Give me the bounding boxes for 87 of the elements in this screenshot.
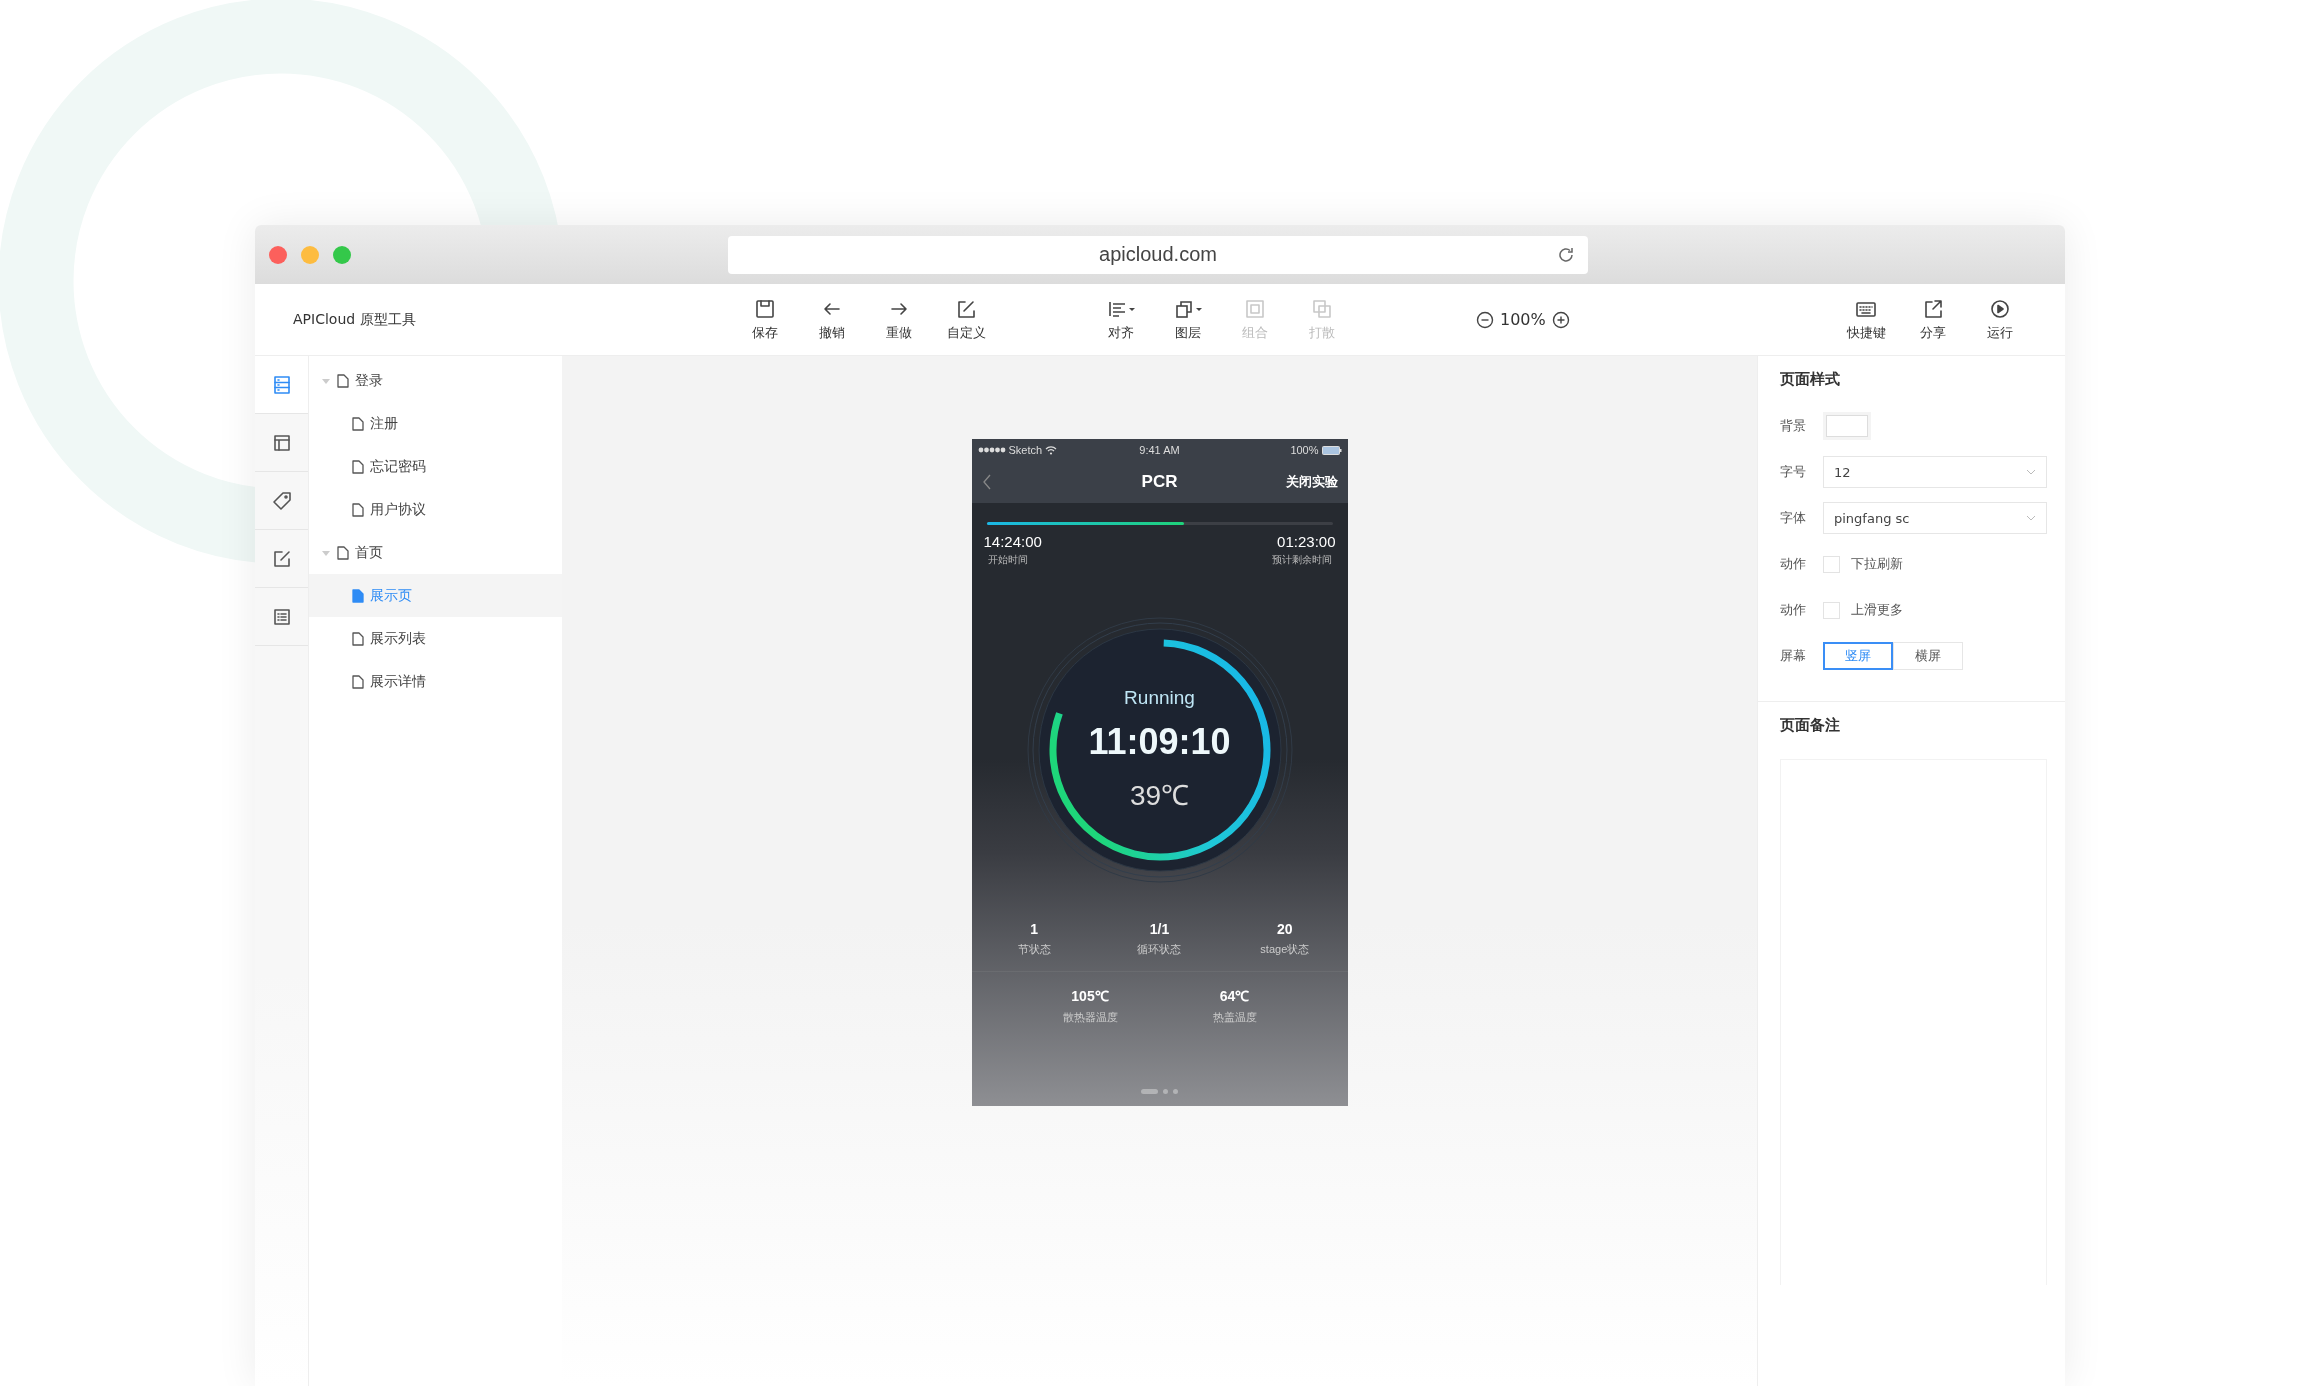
toolbar-button[interactable]: 图层 [1160, 297, 1216, 342]
ungroup-icon [1311, 297, 1333, 320]
section-title: 页面备注 [1780, 716, 1841, 735]
checkbox[interactable] [1823, 601, 1840, 619]
carrier-text: Sketch [1008, 444, 1043, 456]
field-label: 字体 [1780, 509, 1807, 527]
stat-label: stage状态 [1260, 942, 1310, 957]
file-icon [352, 416, 364, 431]
tree-item[interactable]: 注册 [309, 402, 562, 445]
file-icon [352, 588, 364, 603]
toolbar-button[interactable]: 自定义 [938, 297, 994, 342]
back-icon[interactable] [981, 474, 992, 490]
play-icon [1989, 297, 2011, 320]
address-bar[interactable]: apicloud.com [728, 235, 1588, 274]
chevron-icon [2026, 515, 2036, 521]
start-time-label: 开始时间 [986, 553, 1029, 567]
sidebar-tab[interactable] [255, 356, 308, 414]
field-label: 屏幕 [1780, 647, 1807, 665]
field-label: 背景 [1780, 417, 1807, 435]
checkbox-label: 上滑更多 [1851, 601, 1903, 619]
select-field[interactable]: pingfang sc [1823, 502, 2047, 534]
tree-item[interactable]: 展示列表 [309, 617, 562, 660]
start-time: 14:24:00 [983, 533, 1042, 550]
timer-text: 11:09:10 [1088, 721, 1231, 763]
tree-item[interactable]: 用户协议 [309, 488, 562, 531]
section-title: 页面样式 [1780, 370, 1841, 389]
app-title: APICloud 原型工具 [292, 310, 417, 329]
zoom-out-button[interactable] [1476, 310, 1494, 329]
close-experiment-button[interactable]: 关闭实验 [1285, 473, 1338, 491]
tree-item[interactable]: 展示详情 [309, 660, 562, 703]
toolbar-button[interactable]: 对齐 [1093, 297, 1149, 342]
checkbox[interactable] [1823, 555, 1840, 573]
checkbox-label: 下拉刷新 [1851, 555, 1903, 573]
toolbar-button[interactable]: 保存 [737, 297, 793, 342]
group-icon [1244, 297, 1266, 320]
orientation-option[interactable]: 竖屏 [1823, 642, 1893, 670]
toolbar-button[interactable]: 重做 [871, 297, 927, 342]
field-label: 字号 [1780, 463, 1807, 481]
field-label: 动作 [1780, 601, 1807, 619]
file-icon [337, 545, 349, 560]
orientation-option[interactable]: 横屏 [1893, 642, 1963, 670]
remaining-time: 01:23:00 [1277, 533, 1336, 550]
battery-text: 100% [1290, 444, 1319, 456]
stat-label: 循环状态 [1137, 942, 1182, 957]
stat-value: 1/1 [1149, 921, 1170, 937]
minimize-button[interactable] [301, 245, 319, 264]
toolbar-button[interactable]: 快捷键 [1838, 297, 1894, 342]
stat-label: 节状态 [1017, 942, 1051, 957]
stat-value: 20 [1277, 921, 1293, 937]
tree-item[interactable]: 忘记密码 [309, 445, 562, 488]
temperature-label: 散热器温度 [1062, 1010, 1118, 1025]
status-text: Running [1124, 687, 1195, 709]
toolbar-button[interactable]: 分享 [1905, 297, 1961, 342]
temperature-label: 热盖温度 [1212, 1010, 1257, 1025]
zoom-level: 100% [1500, 310, 1546, 329]
clock-text: 9:41 AM [1139, 444, 1180, 456]
page-indicator[interactable] [1163, 1089, 1168, 1094]
file-icon [352, 631, 364, 646]
remaining-time-label: 预计剩余时间 [1270, 553, 1333, 567]
battery-icon [1321, 445, 1342, 455]
maximize-button[interactable] [333, 245, 351, 264]
signal-icon [977, 447, 1006, 453]
tree-item[interactable]: 首页 [309, 531, 562, 574]
share-icon [1922, 297, 1944, 320]
field-label: 动作 [1780, 555, 1807, 573]
select-field[interactable]: 12 [1823, 456, 2047, 488]
toolbar-button[interactable]: 运行 [1972, 297, 2028, 342]
color-swatch[interactable] [1823, 412, 1871, 440]
temperature-value: 64℃ [1219, 987, 1250, 1005]
file-icon [352, 674, 364, 689]
temperature-value: 105℃ [1071, 987, 1109, 1005]
screen-title: PCR [1141, 472, 1178, 491]
stat-value: 1 [1030, 921, 1039, 937]
zoom-in-button[interactable] [1551, 310, 1570, 329]
close-button[interactable] [269, 245, 287, 264]
chevron-icon [2026, 469, 2036, 475]
page-indicator[interactable] [1141, 1089, 1158, 1094]
temperature-text: 39℃ [1129, 779, 1190, 813]
page-indicator[interactable] [1173, 1089, 1178, 1094]
save-icon [754, 297, 776, 320]
toolbar-button[interactable]: 撤销 [804, 297, 860, 342]
file-icon [352, 459, 364, 474]
file-icon [337, 373, 349, 388]
tag-icon [270, 489, 293, 512]
wifi-icon [1045, 445, 1058, 455]
file-icon [352, 502, 364, 517]
tree-item[interactable]: 登录 [309, 359, 562, 402]
